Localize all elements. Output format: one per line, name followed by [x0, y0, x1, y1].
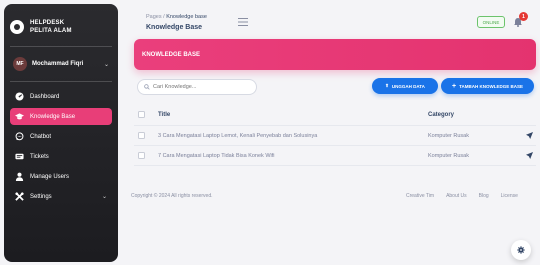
- knowledge-table: Title Category 3 Cara Mengatasi Laptop L…: [134, 104, 536, 166]
- search-box[interactable]: [137, 79, 257, 95]
- graduation-cap-icon: [15, 112, 24, 121]
- tools-icon: [15, 192, 24, 201]
- table-header-row: Title Category: [134, 104, 536, 126]
- ticket-icon: [15, 152, 24, 161]
- sidebar-item-label: Settings: [30, 193, 52, 200]
- user-name: Mochammad Fiqri: [32, 61, 84, 67]
- page-title: Knowledge Base: [146, 24, 203, 31]
- send-icon[interactable]: [525, 152, 533, 159]
- footer-link-creative-tim[interactable]: Creative Tim: [406, 193, 434, 199]
- breadcrumb-root[interactable]: Pages: [146, 14, 162, 20]
- column-header-category[interactable]: Category: [428, 112, 522, 118]
- breadcrumb: Pages / Knowledge base: [146, 14, 207, 20]
- user-icon: [15, 172, 24, 181]
- row-category: Komputer Rusak: [428, 132, 469, 139]
- footer-link-blog[interactable]: Blog: [479, 193, 489, 199]
- hamburger-menu-icon[interactable]: [238, 18, 248, 26]
- send-icon[interactable]: [525, 132, 533, 139]
- user-menu[interactable]: MF Mochammad Fiqri ⌄: [10, 51, 112, 77]
- upload-data-button[interactable]: ⬆ UNGGAH DATA: [372, 78, 438, 94]
- add-knowledge-base-button[interactable]: + TAMBAH KNOWLEDGE BASE: [441, 78, 534, 94]
- add-knowledge-base-label: TAMBAH KNOWLEDGE BASE: [459, 83, 523, 89]
- row-title[interactable]: 3 Cara Mengatasi Laptop Lemot, Kenali Pe…: [158, 133, 428, 139]
- sidebar-item-label: Manage Users: [30, 173, 70, 180]
- row-title[interactable]: 7 Cara Mengatasi Laptop Tidak Bisa Konek…: [158, 153, 428, 159]
- avatar: MF: [13, 57, 27, 71]
- sidebar-item-dashboard[interactable]: Dashboard: [10, 88, 112, 105]
- breadcrumb-separator: /: [163, 14, 165, 20]
- knowledge-base-header: KNOWLEDGE BASE: [134, 39, 536, 70]
- upload-data-label: UNGGAH DATA: [391, 83, 425, 89]
- sidebar-nav: Dashboard Knowledge Base Chatbot Tickets…: [10, 88, 112, 205]
- brand-line-2: PELITA ALAM: [30, 28, 72, 34]
- sidebar-item-settings[interactable]: Settings ⌄: [10, 188, 112, 205]
- row-checkbox[interactable]: [138, 132, 145, 139]
- footer-links: Creative Tim About Us Blog License: [406, 193, 518, 199]
- brand-logo: [10, 20, 24, 34]
- sidebar-item-label: Dashboard: [30, 93, 60, 100]
- brand-line-1: HELPDESK: [30, 20, 65, 26]
- column-header-title[interactable]: Title: [158, 112, 428, 118]
- row-checkbox[interactable]: [138, 152, 145, 159]
- table-row[interactable]: 3 Cara Mengatasi Laptop Lemot, Kenali Pe…: [134, 126, 536, 146]
- notification-count-badge: 1: [519, 12, 528, 21]
- sidebar-item-label: Knowledge Base: [30, 113, 76, 120]
- sidebar: HELPDESK PELITA ALAM MF Mochammad Fiqri …: [4, 4, 118, 262]
- footer-link-license[interactable]: License: [501, 193, 518, 199]
- sidebar-item-chatbot[interactable]: Chatbot: [10, 128, 112, 145]
- sidebar-item-manage-users[interactable]: Manage Users: [10, 168, 112, 185]
- footer-copyright: Copyright © 2024 All rights reserved.: [131, 193, 213, 199]
- sidebar-item-label: Tickets: [30, 153, 49, 160]
- upload-icon: ⬆: [385, 83, 389, 88]
- footer-link-about-us[interactable]: About Us: [446, 193, 467, 199]
- brand[interactable]: HELPDESK PELITA ALAM: [10, 12, 112, 42]
- sidebar-item-tickets[interactable]: Tickets: [10, 148, 112, 165]
- settings-fab-button[interactable]: [511, 240, 531, 260]
- chevron-down-icon: ⌄: [103, 61, 109, 68]
- sidebar-divider: [10, 81, 112, 82]
- sidebar-divider: [10, 46, 112, 47]
- plus-icon: +: [451, 82, 457, 90]
- status-badge: ONLINE: [477, 16, 505, 28]
- chevron-down-icon: ⌄: [101, 194, 107, 200]
- dashboard-icon: [15, 92, 24, 101]
- table-row[interactable]: 7 Cara Mengatasi Laptop Tidak Bisa Konek…: [134, 146, 536, 166]
- chat-icon: [15, 132, 24, 141]
- search-icon: [144, 84, 150, 90]
- row-category: Komputer Rusak: [428, 152, 469, 159]
- gear-icon: [517, 246, 525, 254]
- sidebar-item-knowledge-base[interactable]: Knowledge Base: [10, 108, 112, 125]
- select-all-checkbox[interactable]: [138, 111, 145, 118]
- sidebar-item-label: Chatbot: [30, 133, 52, 140]
- breadcrumb-current: Knowledge base: [166, 14, 207, 20]
- search-input[interactable]: [153, 84, 253, 90]
